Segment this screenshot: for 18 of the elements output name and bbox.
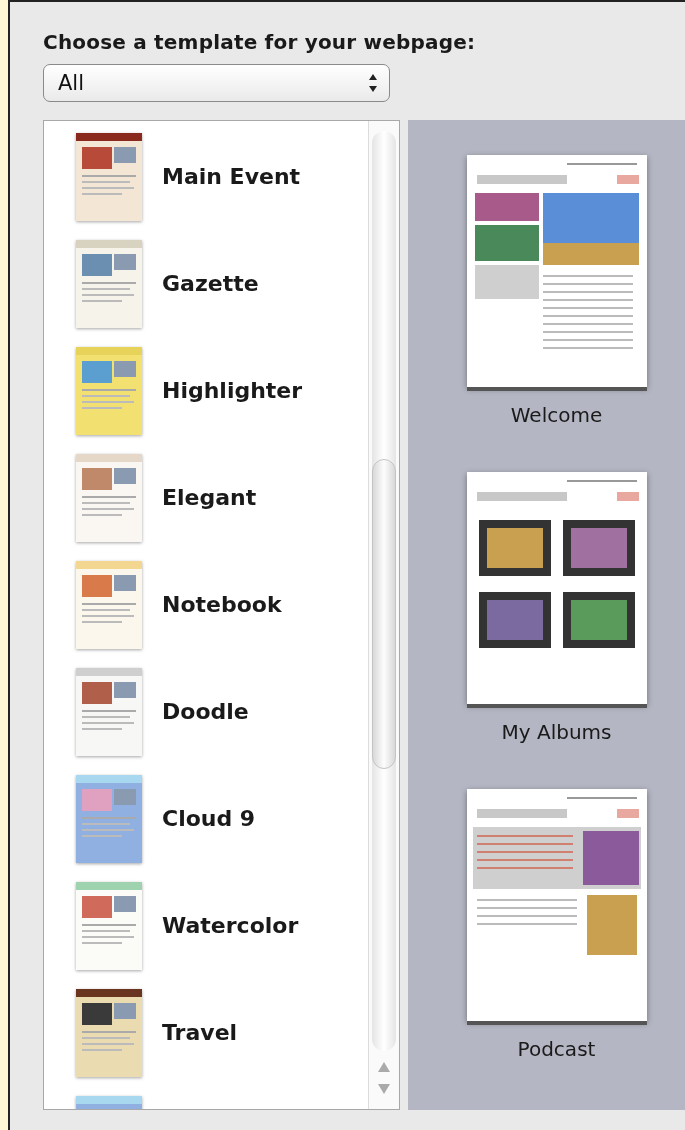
template-item[interactable]: Cloud 9 xyxy=(44,765,368,872)
page-label: Welcome xyxy=(510,403,603,427)
category-dropdown[interactable]: All xyxy=(43,64,390,102)
page-label: My Albums xyxy=(501,720,612,744)
template-item[interactable]: Notebook xyxy=(44,551,368,658)
template-item[interactable]: Main Event xyxy=(44,123,368,230)
template-item[interactable]: Elegant xyxy=(44,444,368,551)
updown-arrows-icon xyxy=(367,72,379,94)
scroll-down-icon[interactable] xyxy=(377,1083,391,1095)
template-item[interactable]: Doodle xyxy=(44,658,368,765)
template-item[interactable]: Gazette xyxy=(44,230,368,337)
template-item[interactable]: Watercolor xyxy=(44,872,368,979)
dialog-heading: Choose a template for your webpage: xyxy=(43,30,477,54)
page-label: Podcast xyxy=(517,1037,596,1061)
scroll-up-icon[interactable] xyxy=(377,1061,391,1073)
template-item[interactable]: Travel xyxy=(44,979,368,1086)
template-item[interactable]: Highlighter xyxy=(44,337,368,444)
scroll-thumb[interactable] xyxy=(372,459,396,769)
